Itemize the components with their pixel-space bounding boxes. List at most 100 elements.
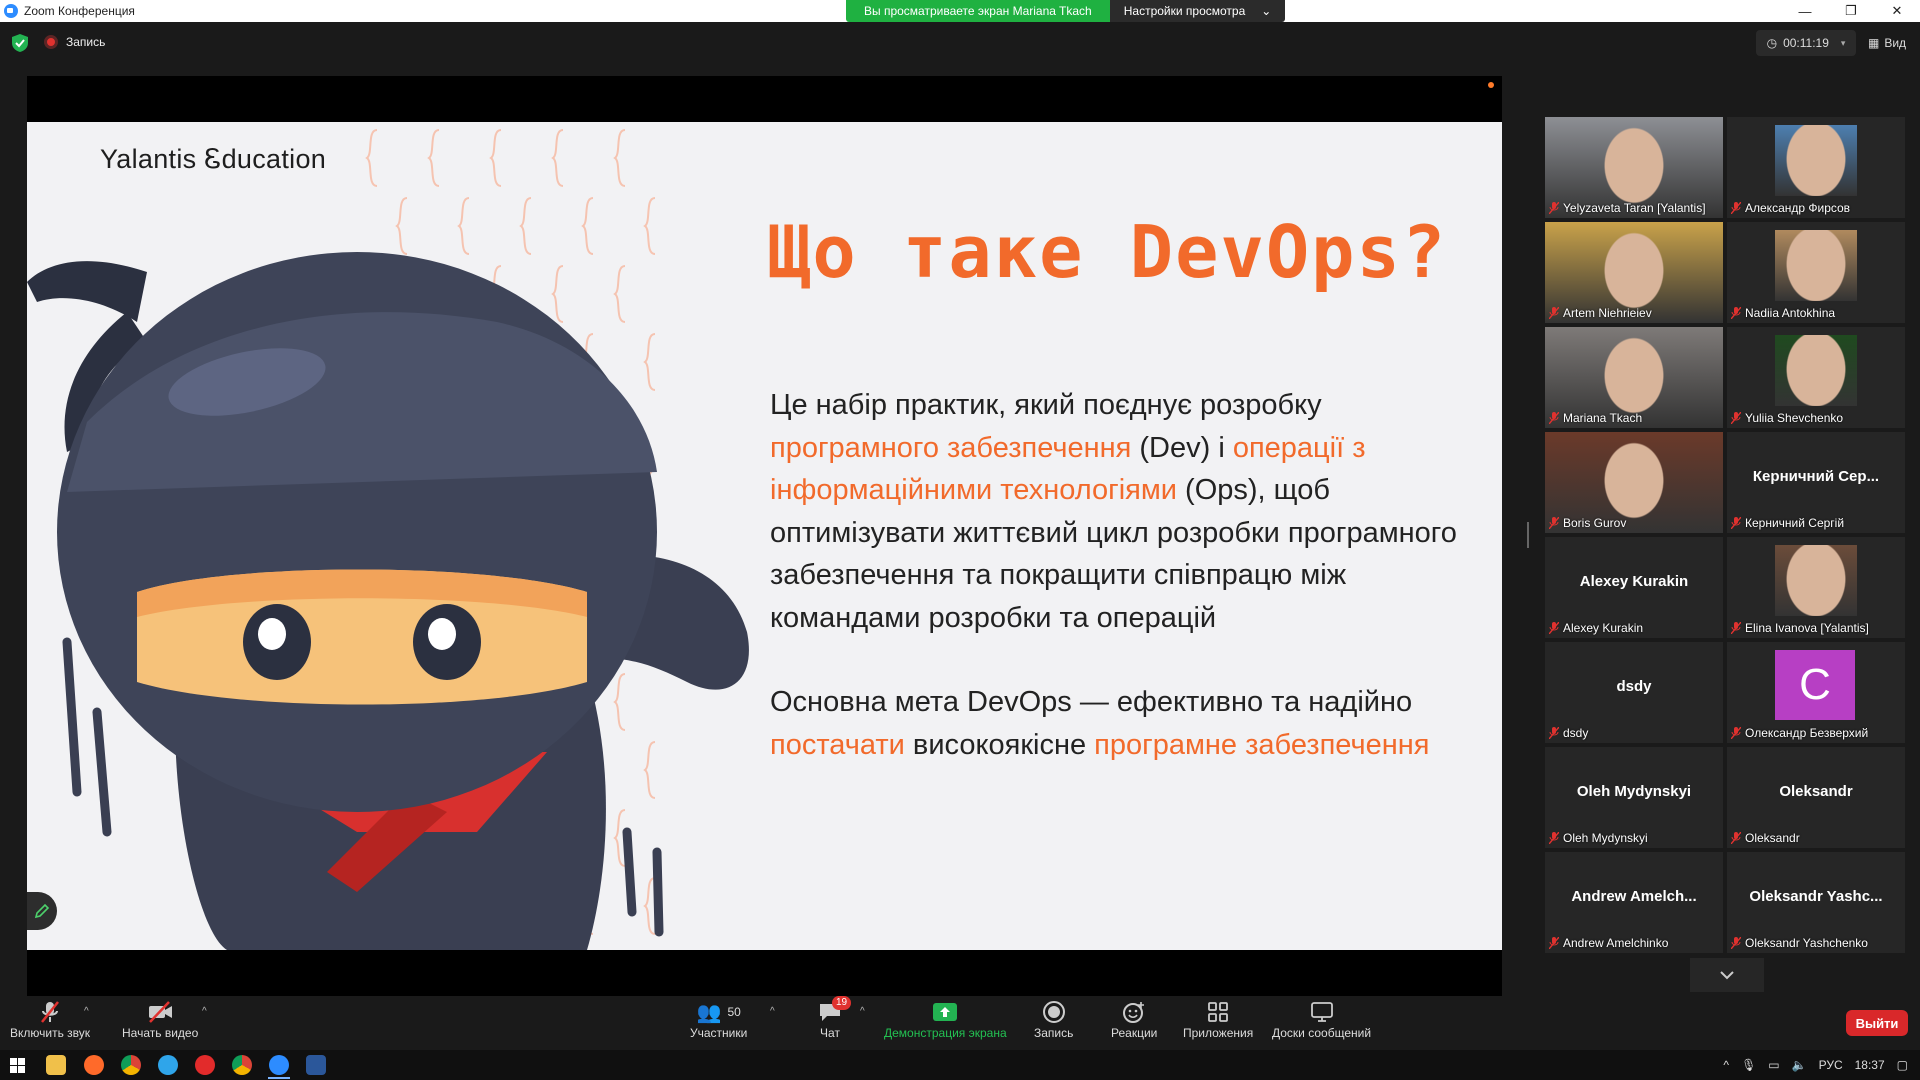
gallery-scroll-down-button[interactable] xyxy=(1690,958,1764,992)
participant-tile[interactable]: Artem Niehrieiev xyxy=(1545,222,1723,323)
participant-name: Oleh Mydynskyi xyxy=(1563,831,1648,845)
participant-tile[interactable]: dsdy dsdy xyxy=(1545,642,1723,743)
slide-highlight: програмне забезпечення xyxy=(1094,728,1430,761)
grid-view-icon: ▦ xyxy=(1868,36,1880,50)
window-title: Zoom Конференция xyxy=(24,4,135,18)
video-options-caret[interactable]: ^ xyxy=(202,1006,207,1017)
participant-tile[interactable]: Oleksandr Oleksandr xyxy=(1727,747,1905,848)
whiteboards-label: Доски сообщений xyxy=(1272,1026,1372,1040)
chat-button[interactable]: 19 Чат xyxy=(818,996,852,1040)
chrome-icon[interactable] xyxy=(121,1055,141,1075)
participant-tile[interactable]: Oleksandr Yashc... Oleksandr Yashchenko xyxy=(1727,852,1905,953)
audio-options-caret[interactable]: ^ xyxy=(84,1006,89,1017)
participant-tile[interactable]: Oleh Mydynskyi Oleh Mydynskyi xyxy=(1545,747,1723,848)
mic-tray-icon[interactable]: 🎙 xyxy=(1741,1058,1756,1072)
view-options-button[interactable]: Настройки просмотра ⌄ xyxy=(1109,0,1286,22)
participant-tile[interactable]: Mariana Tkach xyxy=(1545,327,1723,428)
slide-text: високоякісне xyxy=(904,728,1095,761)
participant-tile[interactable]: Yuliia Shevchenko xyxy=(1727,327,1905,428)
participant-tile[interactable]: Nadiia Antokhina xyxy=(1727,222,1905,323)
mic-off-icon xyxy=(1731,832,1741,844)
participant-display-name: dsdy xyxy=(1616,678,1652,695)
reactions-label: Реакции xyxy=(1111,1026,1158,1040)
tray-expand-icon[interactable]: ^ xyxy=(1723,1058,1729,1072)
chrome-profile-icon[interactable] xyxy=(232,1055,252,1075)
record-button-icon xyxy=(1042,1001,1065,1023)
participant-display-name: Oleksandr Yashc... xyxy=(1749,888,1883,905)
file-explorer-icon[interactable] xyxy=(46,1055,66,1075)
network-icon[interactable]: ▭ xyxy=(1768,1058,1779,1072)
clock[interactable]: 18:37 xyxy=(1855,1058,1885,1072)
close-button[interactable]: ✕ xyxy=(1874,0,1920,22)
participant-tile[interactable]: C Олександр Безверхий xyxy=(1727,642,1905,743)
participant-name: Александр Фирсов xyxy=(1745,201,1851,215)
participant-tile[interactable]: Elina Ivanova [Yalantis] xyxy=(1727,537,1905,638)
slide-paragraph-2: Основна мета DevOps — ефективно та надій… xyxy=(770,681,1490,766)
participant-label: Yelyzaveta Taran [Yalantis] xyxy=(1549,201,1706,215)
mic-off-icon xyxy=(1731,727,1741,739)
mic-off-icon xyxy=(1549,412,1559,424)
participants-button[interactable]: 👥 50 Участники xyxy=(690,1000,747,1041)
meeting-timer[interactable]: ◷ 00:11:19 ▾ xyxy=(1756,30,1856,56)
clock-icon: ◷ xyxy=(1766,36,1778,50)
participant-tile[interactable]: Yelyzaveta Taran [Yalantis] xyxy=(1545,117,1723,218)
participant-label: Elina Ivanova [Yalantis] xyxy=(1731,621,1869,635)
zoom-taskbar-icon[interactable] xyxy=(269,1055,289,1075)
recording-label: Запись xyxy=(66,35,106,49)
active-app-indicator xyxy=(268,1077,290,1079)
participant-tile[interactable]: Керничний Сер... Керничний Сергій xyxy=(1727,432,1905,533)
shared-screen[interactable]: Yalantis Ꮛducation Що таке DevOps? Це на… xyxy=(27,76,1502,996)
windows-start-icon[interactable] xyxy=(10,1058,25,1073)
opera-icon[interactable] xyxy=(195,1055,215,1075)
share-screen-label: Демонстрация экрана xyxy=(884,1026,1007,1040)
presentation-slide: Yalantis Ꮛducation Що таке DevOps? Це на… xyxy=(27,122,1502,950)
participant-tile[interactable]: Boris Gurov xyxy=(1545,432,1723,533)
start-video-label: Начать видео xyxy=(122,1026,199,1040)
volume-icon[interactable]: 🔈 xyxy=(1792,1058,1807,1072)
whiteboards-button[interactable]: Доски сообщений xyxy=(1272,1000,1371,1040)
minimize-button[interactable]: — xyxy=(1782,0,1828,22)
participants-options-caret[interactable]: ^ xyxy=(770,1006,775,1017)
reactions-icon xyxy=(1123,1002,1145,1023)
unmute-button[interactable]: Включить звук xyxy=(10,1000,90,1040)
participant-display-name: Andrew Amelch... xyxy=(1571,888,1697,905)
panel-splitter[interactable] xyxy=(1527,522,1529,548)
shield-icon[interactable] xyxy=(12,34,28,52)
participant-video xyxy=(1775,545,1857,616)
record-button[interactable]: Запись xyxy=(1034,1000,1073,1040)
edge-icon[interactable] xyxy=(158,1055,178,1075)
leave-button[interactable]: Выйти xyxy=(1846,1010,1908,1036)
apps-button[interactable]: Приложения xyxy=(1183,1000,1253,1040)
meeting-top-bar: Запись ◷ 00:11:19 ▾ ▦ Вид xyxy=(0,22,1920,64)
view-button[interactable]: ▦ Вид xyxy=(1868,30,1906,56)
participant-display-name: Oleh Mydynskyi xyxy=(1576,783,1692,800)
mic-off-icon xyxy=(1549,832,1559,844)
restore-button[interactable]: ❐ xyxy=(1828,0,1874,22)
record-icon xyxy=(44,35,58,49)
participant-display-name: Alexey Kurakin xyxy=(1579,573,1689,590)
share-screen-icon xyxy=(933,1003,958,1021)
language-indicator[interactable]: РУС xyxy=(1819,1058,1843,1072)
slide-highlight: програмного забезпечення xyxy=(770,431,1132,464)
notifications-icon[interactable]: ▢ xyxy=(1897,1058,1908,1072)
slide-brand-logo: Yalantis Ꮛducation xyxy=(100,144,327,174)
mic-off-icon xyxy=(1549,307,1559,319)
participant-name: Boris Gurov xyxy=(1563,516,1627,530)
start-video-button[interactable]: Начать видео xyxy=(122,1000,198,1040)
firefox-icon[interactable] xyxy=(84,1055,104,1075)
recording-indicator[interactable]: Запись xyxy=(44,35,105,49)
participant-tile[interactable]: Александр Фирсов xyxy=(1727,117,1905,218)
reactions-button[interactable]: Реакции xyxy=(1111,1000,1157,1040)
mic-off-icon xyxy=(1731,412,1741,424)
participant-tile[interactable]: Andrew Amelch... Andrew Amelchinko xyxy=(1545,852,1723,953)
share-screen-button[interactable]: Демонстрация экрана xyxy=(884,1000,1007,1040)
slide-body: Це набір практик, який поєднує розробку … xyxy=(770,384,1490,766)
ninja-mascot-illustration xyxy=(27,252,749,950)
participant-tile[interactable]: Alexey Kurakin Alexey Kurakin xyxy=(1545,537,1723,638)
mic-off-icon xyxy=(1549,727,1559,739)
participant-avatar: C xyxy=(1775,650,1855,720)
brace-shape xyxy=(613,129,626,187)
word-icon[interactable] xyxy=(306,1055,326,1075)
chat-options-caret[interactable]: ^ xyxy=(860,1006,865,1017)
mic-off-icon xyxy=(1731,622,1741,634)
